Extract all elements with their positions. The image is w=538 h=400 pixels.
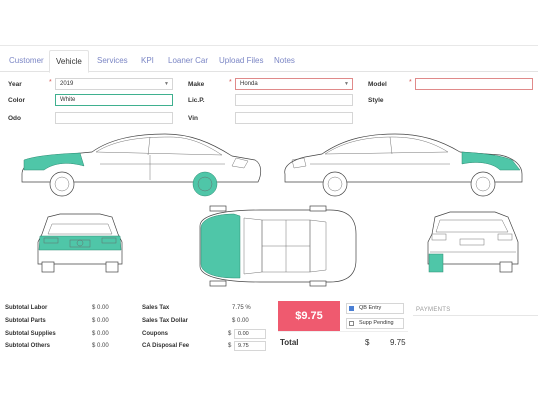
- year-select[interactable]: 2019 ▼: [55, 78, 173, 90]
- subtotal-labor-value: $ 0.00: [92, 305, 109, 311]
- qb-entry-label: QB Entry: [359, 305, 382, 311]
- left-front-fender: [23, 152, 85, 171]
- coupons-currency: $: [228, 331, 232, 337]
- tab-upload-files[interactable]: Upload Files: [213, 50, 269, 72]
- subtotal-labor-label: Subtotal Labor: [5, 305, 48, 311]
- total-currency: $: [365, 338, 370, 347]
- coupons-input[interactable]: 0.00: [234, 329, 266, 339]
- tab-vehicle[interactable]: Vehicle: [49, 50, 89, 73]
- subtotal-parts-value: $ 0.00: [92, 318, 109, 324]
- car-rear-view[interactable]: [427, 211, 519, 273]
- color-label: Color: [8, 97, 25, 104]
- car-front-view[interactable]: [37, 213, 123, 273]
- rear-bumper-right: [428, 253, 444, 273]
- sales-tax-dollar-value: $ 0.00: [232, 318, 249, 324]
- car-left-side-view[interactable]: [21, 133, 262, 197]
- ca-disposal-input[interactable]: 9.75: [234, 341, 266, 351]
- chevron-down-icon: ▼: [344, 81, 349, 87]
- tab-bar: Customer Vehicle Services KPI Loaner Car…: [0, 50, 538, 73]
- totals-section: Subtotal Labor $ 0.00 Subtotal Parts $ 0…: [0, 295, 538, 360]
- total-value: 9.75: [390, 338, 406, 347]
- coupons-label: Coupons: [142, 331, 168, 337]
- tab-loaner-car[interactable]: Loaner Car: [162, 50, 214, 72]
- checkbox-unchecked-icon: [349, 321, 354, 326]
- make-label: Make: [188, 81, 205, 88]
- year-required-mark: *: [49, 79, 52, 86]
- subtotal-supplies-value: $ 0.00: [92, 331, 109, 337]
- supp-pending-checkbox[interactable]: Supp Pending: [346, 318, 404, 329]
- tab-kpi[interactable]: KPI: [135, 50, 160, 72]
- top-divider: [0, 45, 538, 46]
- vehicle-damage-diagram: .ln { fill: none; stroke: #444; stroke-w…: [21, 133, 523, 287]
- ca-disposal-currency: $: [228, 343, 232, 349]
- total-label: Total: [280, 338, 299, 347]
- ca-disposal-label: CA Disposal Fee: [142, 343, 190, 349]
- tab-customer[interactable]: Customer: [3, 50, 50, 72]
- subtotal-others-label: Subtotal Others: [5, 343, 51, 349]
- odo-input[interactable]: [55, 112, 173, 124]
- sales-tax-label: Sales Tax: [142, 305, 170, 311]
- chevron-down-icon: ▼: [164, 81, 169, 87]
- licp-label: Lic.P.: [188, 97, 205, 104]
- hood: [200, 213, 241, 279]
- model-required-mark: *: [409, 79, 412, 86]
- style-label: Style: [368, 97, 384, 104]
- sales-tax-dollar-label: Sales Tax Dollar: [142, 318, 188, 324]
- color-value: White: [60, 97, 76, 103]
- subtotal-supplies-label: Subtotal Supplies: [5, 331, 56, 337]
- payments-divider: [413, 315, 538, 316]
- make-value: Honda: [240, 81, 258, 87]
- odo-label: Odo: [8, 115, 21, 122]
- make-required-mark: *: [229, 79, 232, 86]
- tab-services[interactable]: Services: [91, 50, 134, 72]
- licp-input[interactable]: [235, 94, 353, 106]
- make-select[interactable]: Honda ▼: [235, 78, 353, 90]
- checkbox-checked-icon: [349, 306, 354, 311]
- left-rear-wheel: [192, 171, 218, 197]
- subtotal-parts-label: Subtotal Parts: [5, 318, 46, 324]
- vin-input[interactable]: [235, 112, 353, 124]
- model-label: Model: [368, 81, 387, 88]
- payments-heading: PAYMENTS: [416, 307, 451, 313]
- right-front-fender: [461, 151, 521, 171]
- total-divider: [278, 331, 408, 332]
- year-value: 2019: [60, 81, 74, 87]
- car-right-side-view[interactable]: [284, 133, 523, 197]
- qb-entry-checkbox[interactable]: QB Entry: [346, 303, 404, 314]
- color-input[interactable]: White: [55, 94, 173, 106]
- grand-total-badge: $9.75: [278, 301, 340, 331]
- subtotal-others-value: $ 0.00: [92, 343, 109, 349]
- supp-pending-label: Supp Pending: [359, 320, 394, 326]
- year-label: Year: [8, 81, 22, 88]
- sales-tax-value: 7.75 %: [232, 305, 251, 311]
- car-top-view[interactable]: [199, 205, 357, 287]
- model-select[interactable]: [415, 78, 533, 90]
- tab-notes[interactable]: Notes: [268, 50, 301, 72]
- vin-label: Vin: [188, 115, 198, 122]
